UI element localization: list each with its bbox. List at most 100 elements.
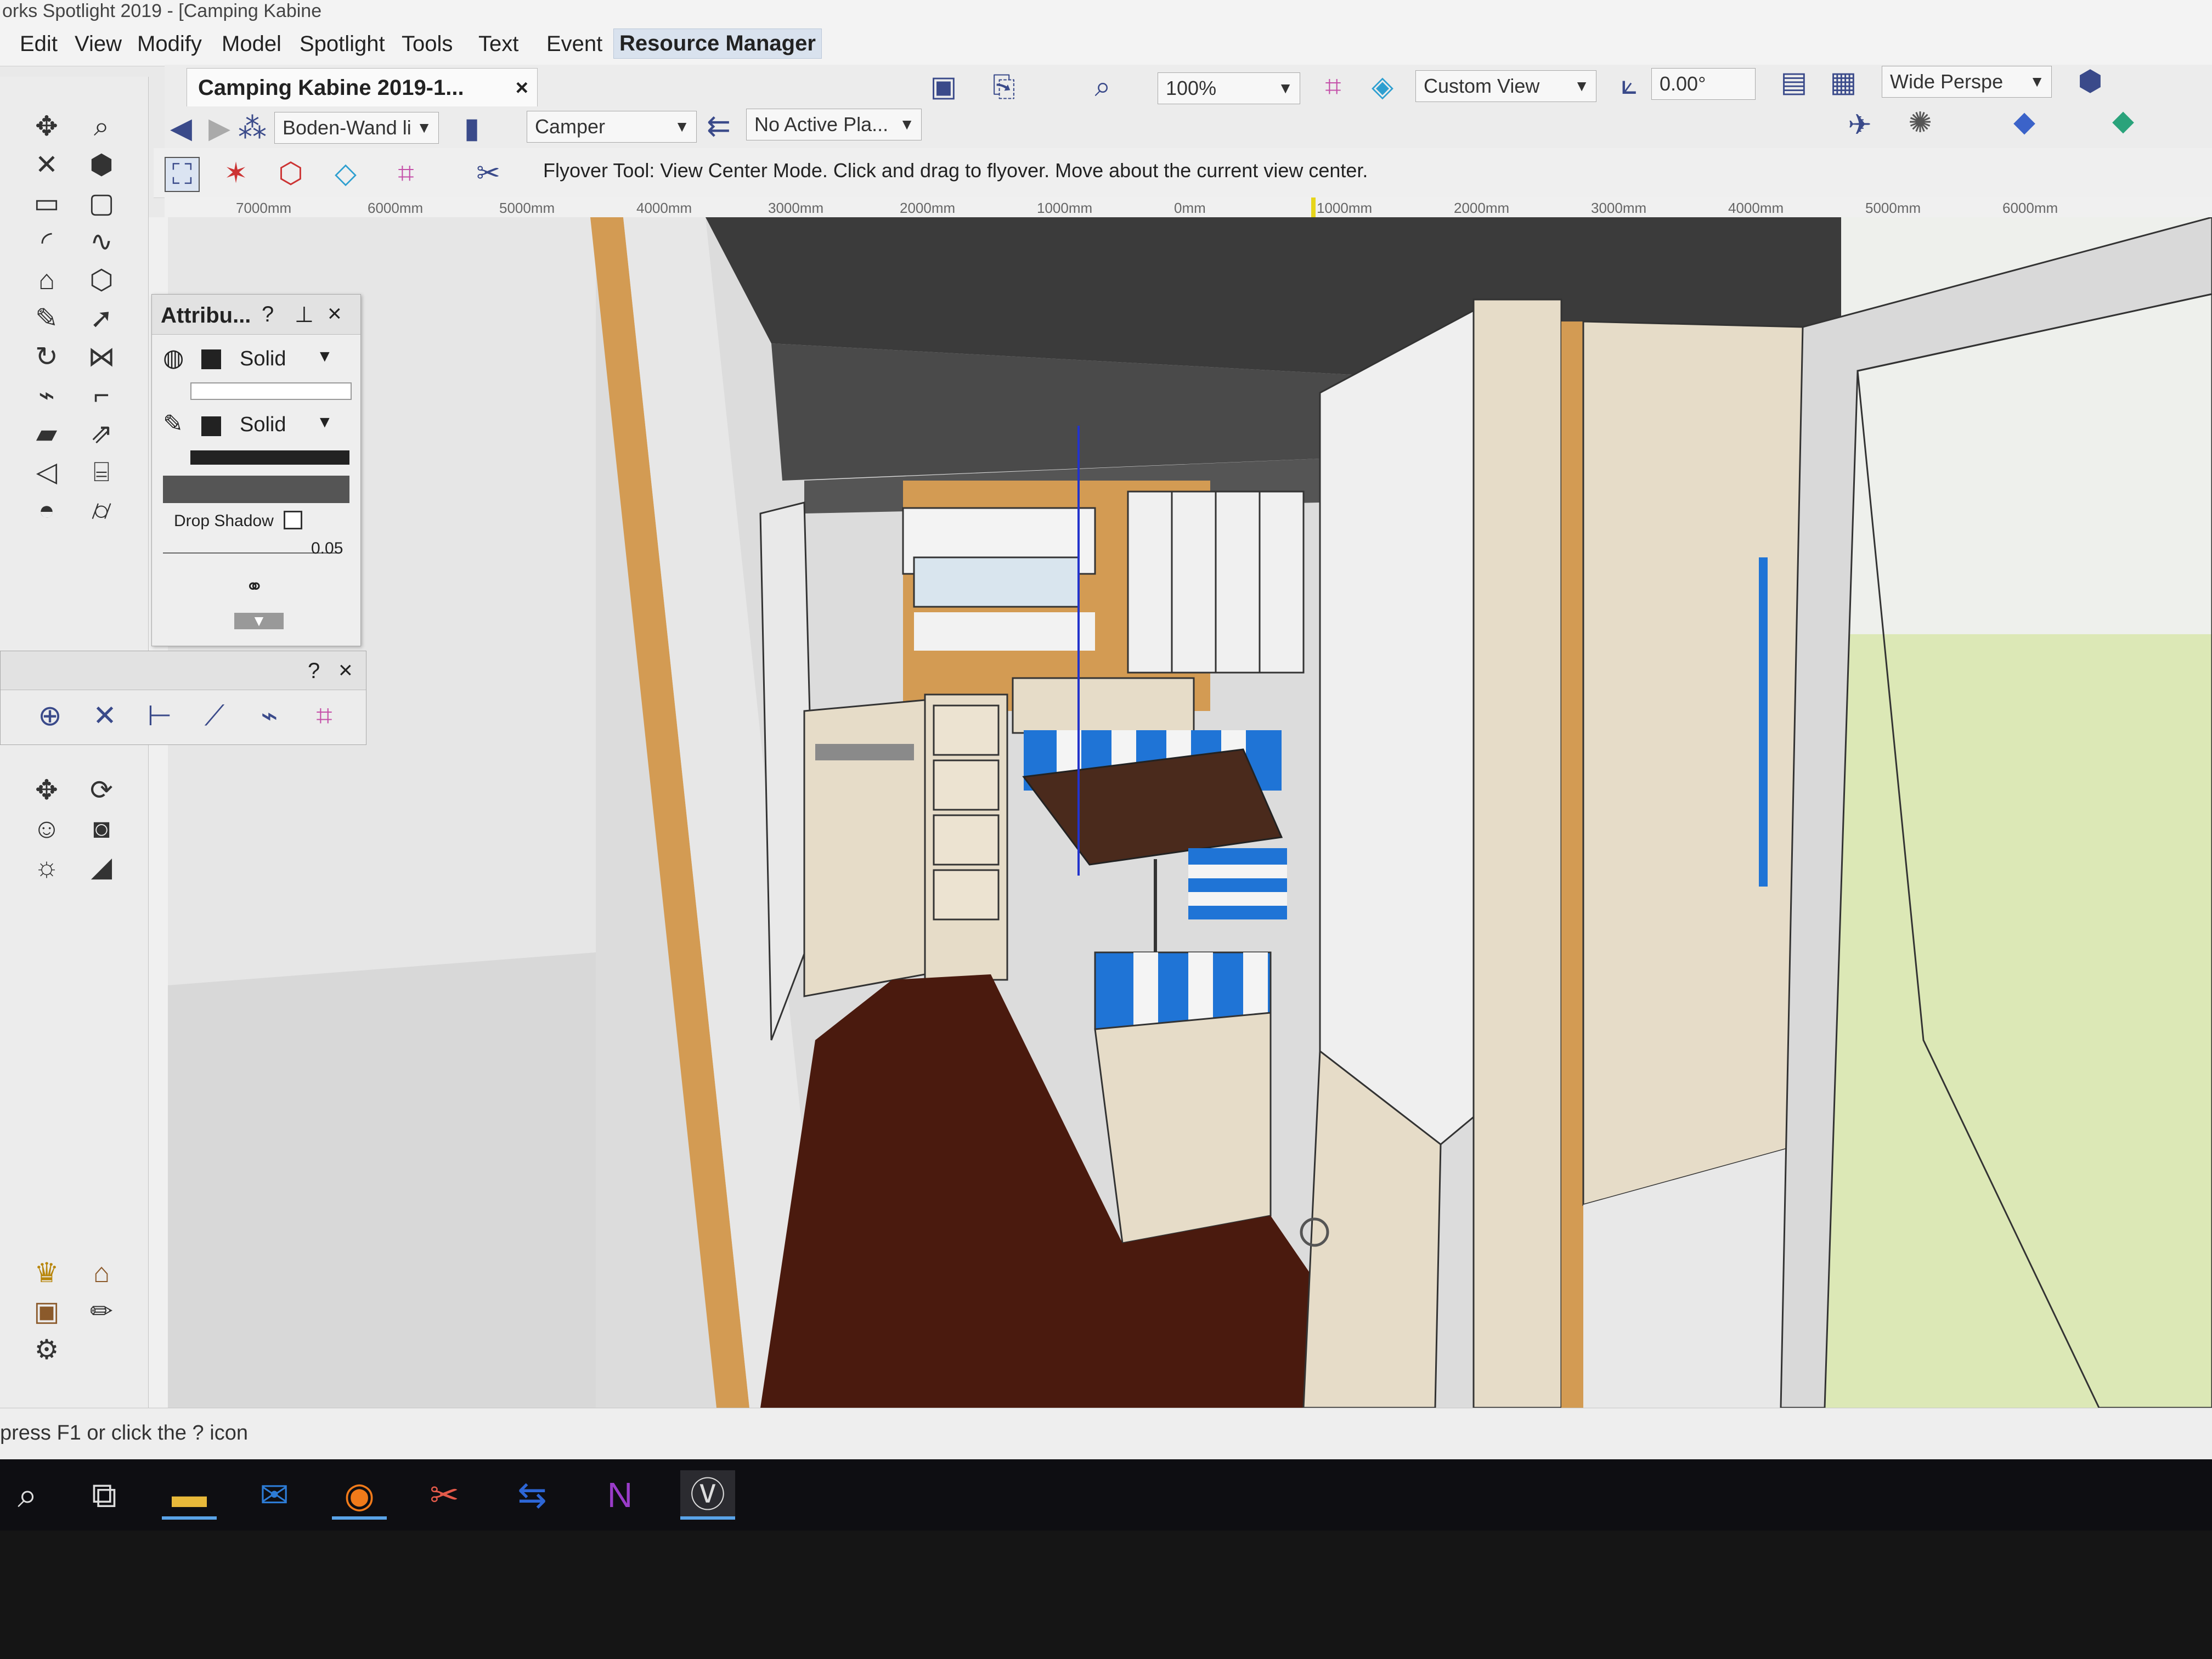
- angle-field[interactable]: 0.00°: [1651, 68, 1756, 100]
- smart-edge-icon[interactable]: ⌁: [253, 699, 286, 732]
- mirror-tool-icon[interactable]: ⋈: [82, 340, 121, 373]
- snap-to-grid-icon[interactable]: ⊕: [33, 699, 66, 732]
- rounded-rect-icon[interactable]: ▢: [82, 187, 121, 219]
- menu-tools[interactable]: Tools: [402, 32, 453, 57]
- triangle-tool-icon[interactable]: ◁: [27, 455, 66, 488]
- expand-palette-icon[interactable]: ▼: [234, 613, 284, 629]
- layer-dropdown[interactable]: Camper ▼: [527, 111, 697, 143]
- vectorworks-icon[interactable]: Ⓥ: [680, 1470, 735, 1520]
- close-tab-icon[interactable]: ×: [516, 69, 528, 107]
- menu-resource-manager[interactable]: Resource Manager: [613, 29, 822, 59]
- render-settings-icon[interactable]: ◆: [2107, 104, 2140, 137]
- snap-to-intersection-icon[interactable]: ✕: [88, 699, 121, 732]
- crown-icon[interactable]: ♛: [27, 1256, 66, 1289]
- delete-icon[interactable]: ✕: [27, 148, 66, 181]
- sync-icon[interactable]: ⇆: [505, 1470, 560, 1520]
- save-view-icon[interactable]: ▣: [927, 70, 960, 103]
- menu-event[interactable]: Event: [546, 32, 602, 57]
- view-center-mode-icon[interactable]: ✶: [219, 157, 252, 190]
- outlook-icon[interactable]: ✉: [247, 1470, 302, 1520]
- rectangle-tool-icon[interactable]: ▭: [27, 187, 66, 219]
- close-icon[interactable]: ×: [328, 300, 342, 328]
- select-3d-icon[interactable]: ⬢: [82, 148, 121, 181]
- flyover-options-icon[interactable]: ✈: [1843, 109, 1876, 142]
- drop-shadow-checkbox[interactable]: [284, 511, 302, 529]
- offset-tool-icon[interactable]: ⇗: [82, 417, 121, 450]
- object-center-icon[interactable]: ⬡: [274, 157, 307, 190]
- paint-tool-icon[interactable]: ⌁: [27, 379, 66, 411]
- flyover-tool-icon[interactable]: ✥: [27, 774, 66, 806]
- house-icon[interactable]: ⌂: [82, 1256, 121, 1289]
- plane-mode-icon[interactable]: ⌗: [390, 157, 422, 190]
- menu-text[interactable]: Text: [478, 32, 518, 57]
- hexagon-tool-icon[interactable]: ⬡: [82, 263, 121, 296]
- forward-arrow-icon[interactable]: ▶: [203, 112, 236, 145]
- snap-to-surface-icon[interactable]: ⌗: [308, 699, 341, 732]
- lighting-options-icon[interactable]: ✺: [1904, 106, 1937, 139]
- chevron-down-icon[interactable]: ▼: [317, 413, 333, 432]
- gear-icon[interactable]: ⚙: [27, 1333, 66, 1366]
- snap-to-distance-icon[interactable]: ⊢: [143, 699, 176, 732]
- shade-icon[interactable]: ◢: [82, 850, 121, 883]
- render-icon[interactable]: ◆: [2008, 105, 2041, 138]
- menu-spotlight[interactable]: Spotlight: [300, 32, 385, 57]
- back-arrow-icon[interactable]: ◀: [165, 112, 198, 145]
- fill-style[interactable]: Solid: [240, 347, 286, 371]
- working-plane-icon[interactable]: ⌗: [1317, 70, 1350, 103]
- protractor-icon[interactable]: ◓: [27, 494, 66, 527]
- walkthrough-icon[interactable]: ☺: [27, 812, 66, 845]
- camera-icon[interactable]: ◙: [82, 812, 121, 845]
- plane-grid-icon[interactable]: ◈: [1366, 70, 1399, 103]
- view-history-icon[interactable]: ⎘: [988, 70, 1020, 103]
- zoom-icon[interactable]: ⌕: [1086, 70, 1119, 103]
- close-icon[interactable]: ×: [338, 657, 353, 684]
- arc-tool-icon[interactable]: ◜: [27, 225, 66, 258]
- pin-icon[interactable]: ⊥: [295, 302, 314, 328]
- fillet-tool-icon[interactable]: ⌐: [82, 379, 121, 411]
- plane-arrow-icon[interactable]: ⇇: [702, 110, 735, 143]
- pen-style[interactable]: Solid: [240, 413, 286, 437]
- onenote-icon[interactable]: N: [592, 1470, 647, 1520]
- orbit-icon[interactable]: ⟳: [82, 774, 121, 806]
- snap-to-angle-icon[interactable]: ⟋: [198, 699, 231, 732]
- selection-tool-icon[interactable]: ➚: [82, 302, 121, 335]
- menu-edit[interactable]: Edit: [20, 32, 58, 57]
- drawing-viewport[interactable]: [168, 217, 2212, 1408]
- class-options-icon[interactable]: ▦: [1827, 66, 1860, 99]
- menu-modify[interactable]: Modify: [137, 32, 202, 57]
- freehand-icon[interactable]: ∿: [82, 225, 121, 258]
- class-dropdown[interactable]: Boden-Wand li ▼: [274, 112, 439, 144]
- folder-icon[interactable]: ▬: [162, 1470, 217, 1520]
- layer-options-icon[interactable]: ▤: [1778, 66, 1810, 99]
- help-icon[interactable]: ?: [308, 659, 320, 684]
- chevron-down-icon[interactable]: ▼: [317, 347, 333, 366]
- eyedropper-icon[interactable]: ✎: [27, 302, 66, 335]
- render-mode-icon[interactable]: ⬢: [2074, 65, 2107, 98]
- document-tab[interactable]: Camping Kabine 2019-1... ×: [187, 68, 538, 106]
- link-icon[interactable]: ⚭: [245, 574, 264, 600]
- help-icon[interactable]: ?: [262, 302, 274, 327]
- task-view-icon[interactable]: ⧉: [77, 1470, 132, 1520]
- menu-model[interactable]: Model: [222, 32, 281, 57]
- frame-tool-icon[interactable]: ⌸: [82, 455, 121, 488]
- flyover-mode-icon[interactable]: ⛶: [165, 157, 200, 192]
- polygon-tool-icon[interactable]: ⌂: [27, 263, 66, 296]
- projection-dropdown[interactable]: Wide Perspe ▼: [1882, 66, 2052, 98]
- pen-color-swatch[interactable]: [201, 416, 221, 436]
- firefox-icon[interactable]: ◉: [332, 1470, 387, 1520]
- working-plane-center-icon[interactable]: ◇: [329, 157, 362, 190]
- zoom-dropdown[interactable]: 100% ▼: [1158, 72, 1300, 104]
- light-icon[interactable]: ☼: [27, 850, 66, 883]
- snipping-tool-icon[interactable]: ✂: [417, 1470, 472, 1520]
- eraser-tool-icon[interactable]: ▰: [27, 417, 66, 450]
- zoom-tool-icon[interactable]: ⌕: [82, 110, 121, 143]
- box-icon[interactable]: ▣: [27, 1295, 66, 1328]
- pencil-icon[interactable]: ✏: [82, 1295, 121, 1328]
- menu-view[interactable]: View: [75, 32, 122, 57]
- view-dropdown[interactable]: Custom View ▼: [1415, 70, 1596, 102]
- flyover-preferences-icon[interactable]: ✂: [472, 157, 505, 190]
- rotate-tool-icon[interactable]: ↻: [27, 340, 66, 373]
- search-icon[interactable]: ⌕: [0, 1470, 55, 1520]
- cylinder-tool-icon[interactable]: ⌭: [82, 494, 121, 527]
- pan-icon[interactable]: ✥: [27, 110, 66, 143]
